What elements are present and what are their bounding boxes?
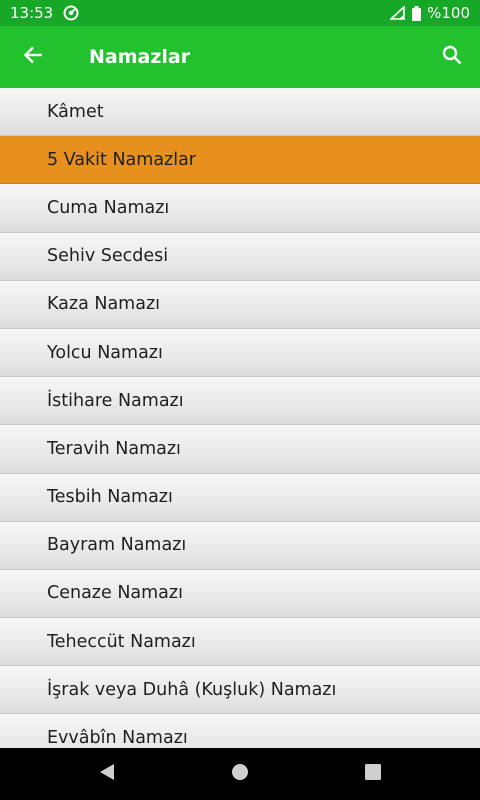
list-item[interactable]: Evvâbîn Namazı [0, 714, 480, 748]
list-item-label: Yolcu Namazı [47, 342, 163, 363]
list-item-label: Kâmet [47, 101, 104, 122]
list-item[interactable]: Kâmet [0, 88, 480, 137]
status-left: 13:53 [10, 4, 79, 22]
back-button[interactable] [0, 26, 66, 88]
list-item-label: Evvâbîn Namazı [47, 728, 188, 748]
battery-level: %100 [427, 4, 470, 22]
list-item-label: Bayram Namazı [47, 535, 187, 556]
battery-icon [412, 5, 422, 21]
signal-icon [390, 6, 406, 20]
search-icon [442, 45, 462, 69]
nav-home-button[interactable] [210, 748, 270, 800]
list-item[interactable]: Bayram Namazı [0, 521, 480, 570]
status-time: 13:53 [10, 4, 54, 22]
search-button[interactable] [424, 26, 480, 88]
app-bar: Namazlar [0, 26, 480, 88]
list-item[interactable]: İşrak veya Duhâ (Kuşluk) Namazı [0, 666, 480, 715]
list-item[interactable]: Teheccüt Namazı [0, 618, 480, 667]
list-item[interactable]: Kaza Namazı [0, 280, 480, 329]
status-bar: 13:53 %100 [0, 0, 480, 26]
list-item-label: Teravih Namazı [47, 438, 181, 459]
list-item[interactable]: İstihare Namazı [0, 377, 480, 426]
list-item-label: Kaza Namazı [47, 294, 160, 315]
list-item[interactable]: Teravih Namazı [0, 425, 480, 474]
list-item[interactable]: Cuma Namazı [0, 184, 480, 233]
prayer-list: Kâmet 5 Vakit Namazlar Cuma Namazı Sehiv Se… [0, 88, 480, 748]
arrow-left-icon [23, 46, 43, 68]
nav-back-button[interactable] [77, 748, 137, 800]
list-item[interactable]: Tesbih Namazı [0, 473, 480, 522]
list-item-label: Cuma Namazı [47, 197, 170, 218]
sync-icon [63, 5, 79, 21]
list-item-label: Tesbih Namazı [47, 487, 173, 508]
list-item-label: İşrak veya Duhâ (Kuşluk) Namazı [47, 679, 337, 700]
list-item[interactable]: Cenaze Namazı [0, 569, 480, 619]
circle-home-icon [231, 763, 249, 785]
list-item-label: Teheccüt Namazı [47, 631, 196, 652]
list-item-label: 5 Vakit Namazlar [47, 149, 197, 170]
list-item[interactable]: Sehiv Secdesi [0, 232, 480, 281]
status-right: %100 [390, 4, 470, 22]
list-item-label: Cenaze Namazı [47, 583, 183, 604]
navigation-bar [0, 748, 480, 800]
list-item[interactable]: Yolcu Namazı [0, 328, 480, 378]
list-item-label: Sehiv Secdesi [47, 246, 169, 267]
page-title: Namazlar [89, 46, 191, 68]
list-item-label: İstihare Namazı [47, 390, 184, 411]
screen: 13:53 %100 Namazlar Kâmet 5 Vakit Namazl… [0, 0, 480, 800]
square-recents-icon [365, 764, 382, 784]
triangle-back-icon [99, 763, 115, 785]
nav-recents-button[interactable] [343, 748, 403, 800]
list-item[interactable]: 5 Vakit Namazlar [0, 136, 480, 185]
